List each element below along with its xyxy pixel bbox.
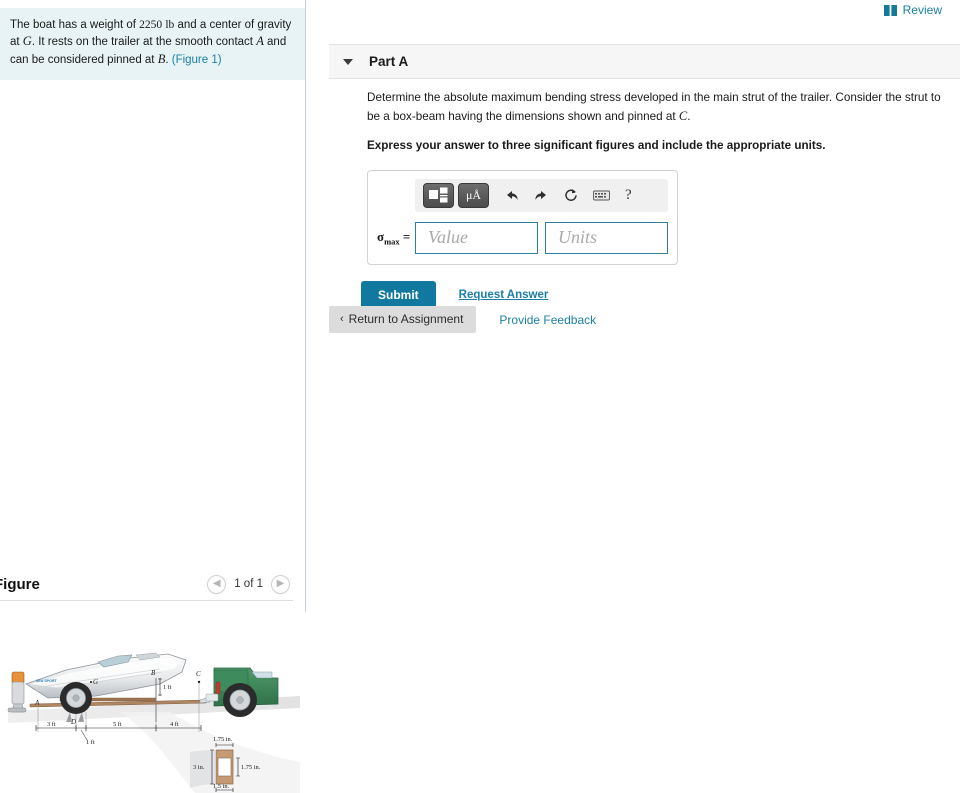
chevron-left-icon[interactable]: ◀	[207, 574, 227, 594]
reset-circle-icon[interactable]	[559, 183, 583, 208]
equals-sign: =	[402, 228, 411, 244]
question-text-line1a: The boat has a weight of	[10, 19, 140, 31]
footer-actions: ‹ Return to Assignment Provide Feedback	[329, 306, 596, 333]
review-link[interactable]: Review	[903, 3, 942, 17]
units-input[interactable]: Units	[545, 221, 668, 254]
figure-divider	[0, 600, 293, 601]
dim-cs-top: 1.75 in.	[213, 736, 233, 743]
undo-arrow-icon[interactable]	[499, 183, 523, 208]
label-g: G	[93, 678, 98, 686]
part-a-body: Determine the absolute maximum bending s…	[329, 79, 960, 309]
var-a: A	[256, 34, 264, 49]
answer-entry-box: μÅ ? σmax = Value Units	[367, 169, 678, 265]
dim-3ft: 3 ft	[47, 721, 56, 728]
chevron-right-icon[interactable]: ▶	[271, 574, 290, 594]
sigma-subscript: max	[384, 236, 400, 247]
submit-button[interactable]: Submit	[361, 280, 436, 309]
question-text-line2b: . It rests on the trailer at the smooth …	[31, 36, 257, 49]
question-weight-value: 2250	[139, 19, 163, 31]
right-panel: Review Part A Determine the absolute max…	[307, 0, 960, 793]
units-mu-angstrom-icon[interactable]: μÅ	[458, 182, 489, 208]
provide-feedback-link[interactable]: Provide Feedback	[499, 313, 596, 327]
caret-down-icon[interactable]	[343, 58, 353, 65]
left-panel: The boat has a weight of 2250 lb and a c…	[0, 0, 306, 793]
figure-diagram[interactable]: SEA SPORT A B C D G 1 ft 3 ft 5 ft 4 ft …	[0, 612, 306, 793]
dim-cs-left: 3 in.	[193, 764, 205, 771]
question-text-line3a: can be considered pinned at	[10, 54, 158, 67]
boat-decal: SEA SPORT	[36, 679, 57, 683]
sigma-max-label: σmax =	[377, 229, 415, 247]
redo-arrow-icon[interactable]	[529, 183, 553, 208]
dim-1ft-b: 1 ft	[163, 684, 172, 691]
question-text-line2c: and	[263, 36, 287, 49]
chevron-left-icon: ‹	[340, 313, 344, 325]
label-b: B	[151, 669, 156, 677]
question-statement: The boat has a weight of 2250 lb and a c…	[0, 8, 305, 80]
dim-5ft: 5 ft	[113, 721, 122, 728]
units-placeholder: Units	[558, 227, 598, 247]
figure-panel-header: Figure ◀ 1 of 1 ▶	[0, 568, 306, 600]
figure-panel-title: Figure	[0, 575, 40, 593]
review-control[interactable]: Review	[883, 3, 942, 17]
dim-1ft-bottom: 1 ft	[86, 739, 95, 746]
trailer-boat-diagram-svg: SEA SPORT A B C D G 1 ft 3 ft 5 ft 4 ft …	[7, 652, 300, 793]
figure-1-link[interactable]: (Figure 1)	[172, 54, 222, 66]
question-text-line2a: at	[10, 36, 23, 49]
dim-cs-right: 1.75 in.	[241, 764, 261, 771]
prompt-text-end: .	[687, 110, 691, 124]
figure-pager: ◀ 1 of 1 ▶	[207, 574, 290, 594]
part-a-header[interactable]: Part A	[329, 44, 960, 79]
figure-pager-label: 1 of 1	[234, 578, 263, 590]
help-icon[interactable]: ?	[625, 187, 632, 204]
math-toolbar: μÅ ?	[415, 178, 668, 212]
value-placeholder: Value	[428, 227, 468, 247]
return-to-assignment-button[interactable]: ‹ Return to Assignment	[329, 306, 477, 333]
prompt-var-c: C	[678, 109, 688, 124]
dim-cs-bottom: 1.5 in.	[213, 783, 230, 790]
question-weight-unit: lb	[165, 19, 175, 31]
part-a-instruction: Express your answer to three significant…	[367, 138, 826, 152]
part-a-prompt: Determine the absolute maximum bending s…	[367, 89, 955, 127]
units-button-label: μÅ	[465, 187, 482, 202]
keyboard-icon[interactable]	[589, 183, 613, 208]
request-answer-link[interactable]: Request Answer	[459, 289, 549, 301]
value-input[interactable]: Value	[415, 221, 538, 254]
page-root: The boat has a weight of 2250 lb and a c…	[0, 0, 960, 793]
label-d: D	[70, 718, 76, 726]
answer-input-row: σmax = Value Units	[377, 221, 668, 254]
dim-4ft: 4 ft	[170, 721, 179, 728]
book-icon	[883, 4, 897, 16]
part-a-title: Part A	[369, 54, 409, 69]
template-icon[interactable]	[423, 182, 454, 208]
answer-actions: Submit Request Answer	[361, 280, 960, 309]
question-text-line1b: and a center of gravity	[174, 19, 292, 31]
return-to-assignment-label: Return to Assignment	[348, 312, 464, 326]
label-a: A	[34, 699, 40, 707]
var-g: G	[22, 34, 32, 49]
prompt-text: Determine the absolute maximum bending s…	[367, 91, 941, 124]
label-c: C	[196, 670, 201, 678]
